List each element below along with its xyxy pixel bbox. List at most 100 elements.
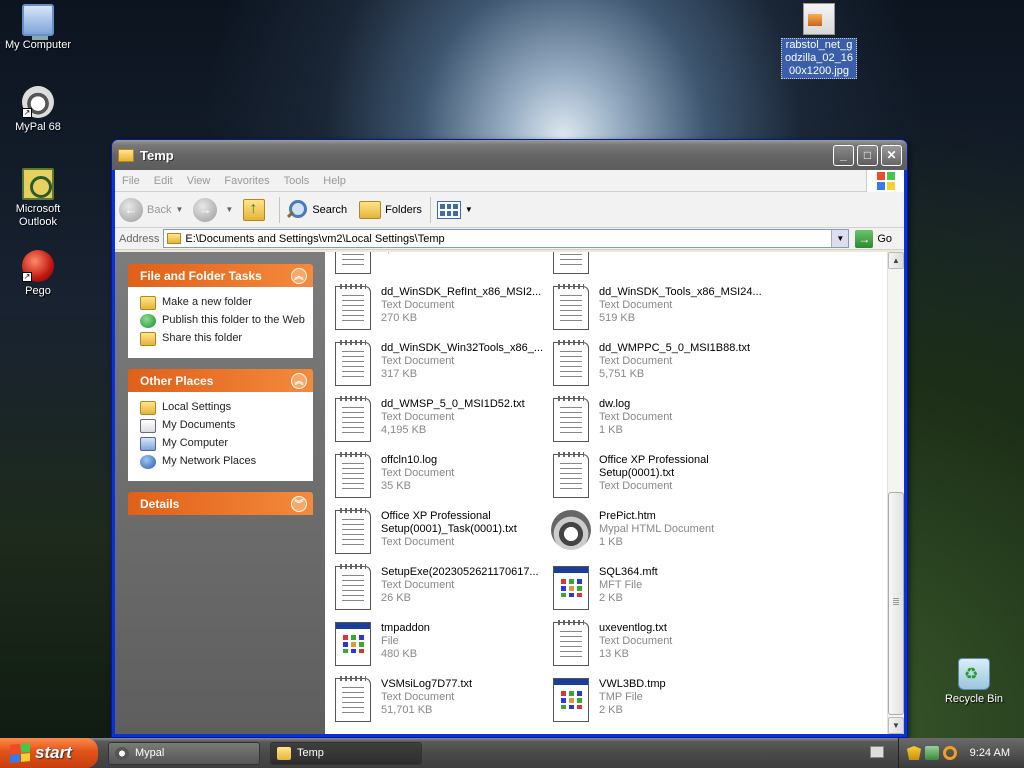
file-item[interactable]: PrePict.htm Mypal HTML Document 1 KB [551, 510, 771, 560]
clock[interactable]: 9:24 AM [970, 747, 1010, 759]
file-item[interactable]: Office XP Professional Setup(0001).txt Tex… [553, 452, 771, 504]
file-item[interactable]: SetupExe(2023052621170617... Text Documen… [335, 564, 553, 616]
network-icon[interactable] [925, 746, 939, 760]
close-button[interactable]: ✕ [881, 144, 902, 166]
file-item[interactable]: dd_WinSDK_Win32Tools_x86_... Text Documen… [335, 340, 553, 392]
file-text: Text Document5,226 KB [381, 252, 454, 256]
desktop-icon-my-computer[interactable]: My Computer [0, 4, 78, 52]
menu-tools[interactable]: Tools [277, 175, 317, 187]
file-item[interactable]: dd_WMPPC_5_0_MSI1B88.txt Text Document 5,7… [553, 340, 771, 392]
file-meta: 5,751 KB [599, 368, 645, 380]
menu-edit[interactable]: Edit [147, 175, 180, 187]
file-meta: 51,701 KB [381, 704, 433, 716]
toolbar-divider [429, 196, 431, 223]
place-network[interactable]: My Network Places [140, 455, 313, 469]
file-meta: Text Document [381, 579, 455, 591]
chevron-up-icon[interactable]: ︽ [291, 267, 307, 284]
back-button[interactable]: ← Back ▼ [119, 197, 183, 222]
menu-bar: File Edit View Favorites Tools Help [115, 170, 904, 192]
file-meta: 1 KB [599, 536, 623, 548]
file-item[interactable]: Text Document5,226 KB [335, 252, 553, 280]
text-document-icon [553, 396, 589, 442]
taskbar-button-temp[interactable]: Temp [270, 741, 422, 765]
file-item[interactable]: tmpaddon File 480 KB [335, 622, 553, 672]
file-meta: 324 KB [599, 252, 672, 256]
panel-header[interactable]: File and Folder Tasks ︽ [128, 264, 313, 287]
minimize-button[interactable]: _ [833, 144, 854, 166]
file-item[interactable]: Text Document324 KB [553, 252, 771, 280]
menu-favorites[interactable]: Favorites [217, 175, 276, 187]
task-publish-web[interactable]: Publish this folder to the Web [140, 314, 313, 328]
desktop-icon-jpg[interactable]: rabstol_net_godzilla_02_1600x1200.jpg [779, 3, 859, 79]
task-share-folder[interactable]: Share this folder [140, 332, 313, 346]
file-name: Setup(0001).txt [599, 467, 675, 479]
file-name: Setup(0001)_Task(0001).txt [381, 523, 517, 535]
search-button[interactable]: Search [286, 199, 347, 221]
publish-web-icon [140, 314, 156, 328]
views-button[interactable]: ▼ [436, 200, 473, 219]
windows-logo-icon [10, 743, 30, 763]
file-meta: Text Document [381, 299, 455, 311]
title-bar[interactable]: Temp _ □ ✕ [112, 140, 907, 170]
keyboard-icon[interactable] [870, 746, 884, 758]
file-item[interactable]: offcln10.log Text Document 35 KB [335, 452, 553, 504]
back-label: Back [147, 203, 172, 216]
file-name: uxeventlog.txt [599, 622, 667, 634]
text-document-icon [335, 252, 371, 274]
vertical-scrollbar[interactable]: ▲ ▼ [887, 252, 904, 734]
file-text: dw.log Text Document 1 KB [599, 398, 672, 437]
file-item[interactable]: VWL3BD.tmp TMP File 2 KB [553, 678, 771, 728]
panel-header[interactable]: Other Places ︽ [128, 369, 313, 392]
panel-header[interactable]: Details ︾ [128, 492, 313, 515]
forward-button[interactable]: → ▼ [193, 197, 234, 222]
start-button[interactable]: start [0, 738, 98, 768]
computer-icon [140, 437, 156, 451]
file-item[interactable]: dw.log Text Document 1 KB [553, 396, 771, 448]
place-local-settings[interactable]: Local Settings [140, 401, 313, 415]
file-item[interactable]: VSMsiLog7D77.txt Text Document 51,701 KB [335, 676, 553, 728]
desktop-icon-label: Recycle Bin [944, 693, 1004, 705]
desktop-icon-outlook[interactable]: Microsoft Outlook [0, 168, 78, 229]
chevron-down-icon: ▼ [225, 205, 234, 214]
menu-file[interactable]: File [115, 175, 147, 187]
security-shield-icon[interactable] [907, 746, 921, 760]
scroll-down-button[interactable]: ▼ [888, 717, 904, 734]
task-make-folder[interactable]: Make a new folder [140, 296, 313, 310]
desktop-icon-mypal[interactable]: ↗ MyPal 68 [0, 86, 78, 134]
desktop-icon-pego[interactable]: ↗ Pego [0, 250, 78, 298]
maximize-button[interactable]: □ [857, 144, 878, 166]
file-name: dd_WMSP_5_0_MSI1D52.txt [381, 398, 525, 410]
chevron-up-icon[interactable]: ︽ [291, 372, 307, 389]
chevron-down-icon[interactable]: ︾ [291, 495, 307, 512]
scroll-thumb[interactable] [888, 492, 904, 715]
folders-button[interactable]: Folders [359, 200, 422, 219]
menu-view[interactable]: View [180, 175, 218, 187]
file-icon [553, 566, 589, 610]
explorer-window[interactable]: Temp _ □ ✕ File Edit View Favorites Tool… [111, 139, 908, 738]
file-item[interactable]: dd_WinSDK_Tools_x86_MSI24... Text Documen… [553, 284, 771, 336]
file-item[interactable]: SQL364.mft MFT File 2 KB [553, 566, 771, 616]
network-icon [140, 455, 156, 469]
chevron-down-icon[interactable]: ▼ [831, 230, 849, 247]
new-folder-icon [140, 296, 156, 310]
file-item[interactable]: Office XP Professional Setup(0001)_Task(0… [335, 508, 553, 560]
file-meta: Text Document [381, 467, 455, 479]
file-meta: 1 KB [599, 424, 623, 436]
place-my-documents[interactable]: My Documents [140, 419, 313, 433]
file-name: dw.log [599, 398, 631, 410]
desktop-icon-recycle-bin[interactable]: Recycle Bin [934, 658, 1014, 706]
file-item[interactable]: dd_WinSDK_RefInt_x86_MSI2... Text Documen… [335, 284, 553, 336]
file-item[interactable]: dd_WMSP_5_0_MSI1D52.txt Text Document 4,19… [335, 396, 553, 448]
place-my-computer[interactable]: My Computer [140, 437, 313, 451]
raccoon-icon: ↗ [22, 86, 54, 118]
file-text: VSMsiLog7D77.txt Text Document 51,701 KB [381, 678, 472, 717]
address-input[interactable]: E:\Documents and Settings\vm2\Local Sett… [163, 229, 850, 248]
file-item[interactable]: uxeventlog.txt Text Document 13 KB [553, 620, 771, 672]
scroll-up-button[interactable]: ▲ [888, 252, 904, 269]
up-button[interactable] [243, 198, 271, 221]
search-icon[interactable] [943, 746, 957, 760]
menu-help[interactable]: Help [316, 175, 353, 187]
go-button[interactable]: → Go [855, 229, 892, 248]
task-pane: File and Folder Tasks ︽ Make a new folde… [115, 252, 325, 734]
taskbar-button-mypal[interactable]: Mypal [108, 741, 260, 765]
